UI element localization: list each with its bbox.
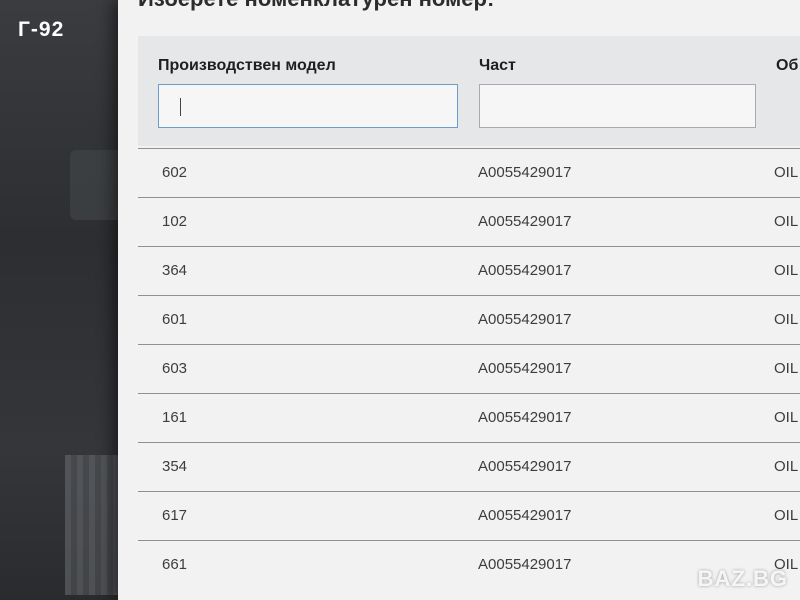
model-cell: 661: [162, 556, 188, 573]
page-title: Изберете номенклатурен номер:: [138, 0, 494, 12]
application-screen: Изберете номенклатурен номер: Производст…: [118, 0, 800, 600]
table-row[interactable]: 603 A0055429017 OIL: [138, 344, 800, 393]
description-cell: OIL P: [774, 507, 800, 524]
part-cell: A0055429017: [478, 311, 572, 328]
part-cell: A0055429017: [478, 507, 572, 524]
text-cursor: [180, 98, 181, 116]
column-header-description[interactable]: Об: [776, 57, 798, 75]
table-row[interactable]: 602 A0055429017 OIL: [138, 148, 800, 197]
model-cell: 354: [162, 458, 188, 475]
part-cell: A0055429017: [478, 360, 572, 377]
table-row[interactable]: 617 A0055429017 OIL P: [138, 491, 800, 540]
table-row[interactable]: 161 A0055429017 OIL P: [138, 393, 800, 442]
part-cell: A0055429017: [478, 213, 572, 230]
description-cell: OIL P: [774, 458, 800, 475]
background-photo: [0, 0, 130, 600]
model-cell: 617: [162, 507, 188, 524]
column-header-part[interactable]: Част: [479, 57, 516, 75]
table-row[interactable]: 601 A0055429017 OIL: [138, 295, 800, 344]
part-cell: A0055429017: [478, 164, 572, 181]
model-cell: 161: [162, 409, 188, 426]
description-cell: OIL: [774, 213, 799, 230]
description-cell: OIL P: [774, 409, 800, 426]
description-cell: OIL: [774, 262, 799, 279]
part-cell: A0055429017: [478, 262, 572, 279]
model-cell: 603: [162, 360, 188, 377]
part-cell: A0055429017: [478, 409, 572, 426]
model-cell: 102: [162, 213, 188, 230]
part-cell: A0055429017: [478, 458, 572, 475]
description-cell: OIL: [774, 164, 799, 181]
model-cell: 601: [162, 311, 188, 328]
part-cell: A0055429017: [478, 556, 572, 573]
site-logo: BAZ.BG: [697, 566, 788, 591]
listing-code: Г-92: [18, 18, 65, 41]
description-cell: OIL: [774, 311, 799, 328]
filter-panel: Производствен модел Част Об: [138, 36, 800, 146]
model-filter-input[interactable]: [158, 84, 458, 128]
table-row[interactable]: 354 A0055429017 OIL P: [138, 442, 800, 491]
model-cell: 364: [162, 262, 188, 279]
description-cell: OIL: [774, 360, 799, 377]
results-table: 602 A0055429017 OIL 102 A0055429017 OIL …: [138, 148, 800, 589]
table-row[interactable]: 102 A0055429017 OIL: [138, 197, 800, 246]
model-cell: 602: [162, 164, 188, 181]
table-row[interactable]: 364 A0055429017 OIL: [138, 246, 800, 295]
column-header-model[interactable]: Производствен модел: [158, 57, 336, 75]
part-filter-input[interactable]: [479, 84, 756, 128]
